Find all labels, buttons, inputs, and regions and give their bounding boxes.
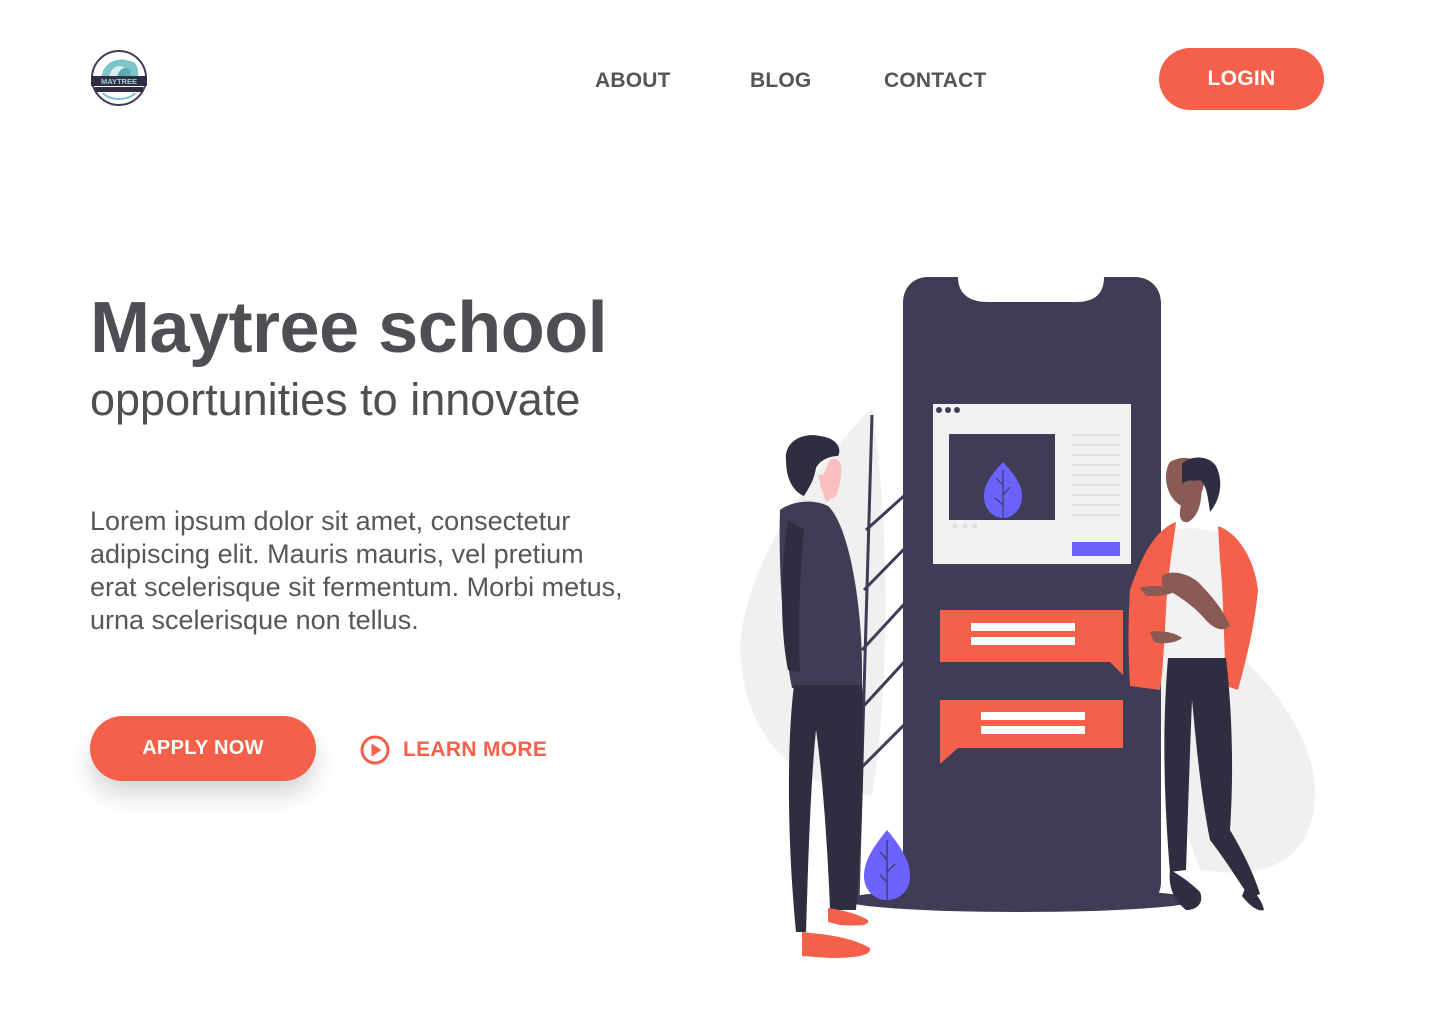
phone-people-illustration bbox=[740, 277, 1316, 958]
hero-title: Maytree school bbox=[90, 288, 608, 368]
apply-now-button[interactable]: APPLY NOW bbox=[90, 716, 316, 781]
nav-contact-link[interactable]: CONTACT bbox=[884, 66, 987, 96]
learn-more-label: LEARN MORE bbox=[403, 738, 548, 761]
nav-blog-link[interactable]: BLOG bbox=[750, 66, 811, 96]
hero-description: Lorem ipsum dolor sit amet, consectetur … bbox=[90, 506, 623, 635]
learn-more-link[interactable]: LEARN MORE bbox=[359, 733, 547, 767]
logo-text: MAYTREE bbox=[101, 77, 137, 86]
nav-about-link[interactable]: ABOUT bbox=[595, 66, 671, 96]
hero-subtitle: opportunities to innovate bbox=[90, 374, 581, 425]
login-button[interactable]: LOGIN bbox=[1159, 48, 1324, 110]
phone-body bbox=[903, 277, 1161, 908]
play-circle-icon bbox=[360, 735, 390, 765]
hero-illustration bbox=[730, 270, 1330, 970]
maytree-logo-icon: MAYTREE bbox=[91, 50, 147, 106]
landing-page: MAYTREE ABOUT BLOG CONTACT LOGIN Maytree… bbox=[0, 0, 1430, 1020]
maytree-logo[interactable]: MAYTREE bbox=[89, 49, 149, 107]
